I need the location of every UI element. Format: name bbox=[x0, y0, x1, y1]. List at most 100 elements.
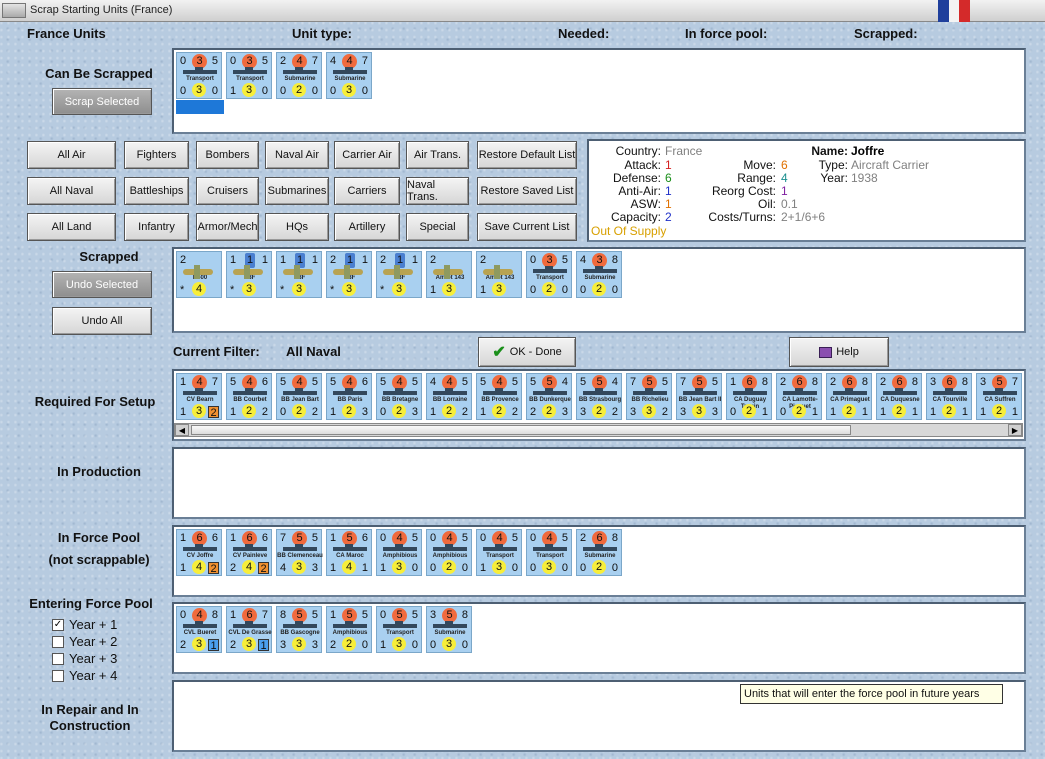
undo-all-button[interactable]: Undo All bbox=[52, 307, 152, 335]
unit-counter[interactable]: 5 5 4 BB Jean Bart 0 2 2 bbox=[276, 373, 322, 420]
unit-counter[interactable]: 5 4 5 BB Dunkerque 2 2 3 bbox=[526, 373, 572, 420]
unit-counter[interactable]: 5 4 5 BB Strasbourg 3 2 2 bbox=[576, 373, 622, 420]
unit-info-panel: Country: France Attack: 1 Defense: 6 Ant… bbox=[587, 139, 1026, 242]
filter-button[interactable]: Carrier Air bbox=[334, 141, 400, 169]
scroll-thumb[interactable] bbox=[191, 425, 851, 435]
in-production-panel[interactable] bbox=[172, 447, 1026, 519]
in-force-pool-panel[interactable]: 1 6 6 CV Joffre 1 4 2 1 6 6 CV Painleve 2 4 2 7 5 5 BB Cl… bbox=[172, 525, 1026, 597]
year-checkbox[interactable] bbox=[52, 653, 64, 665]
unit-counter[interactable]: 0 5 3 Transport 0 3 0 bbox=[176, 52, 222, 99]
counter-tr: 6 bbox=[261, 532, 268, 544]
counter-tr: 5 bbox=[561, 254, 568, 266]
window-menu-icon[interactable] bbox=[2, 3, 26, 18]
filter-button[interactable]: All Naval bbox=[27, 177, 116, 205]
unit-counter[interactable]: 3 8 5 Submarine 0 3 0 bbox=[426, 606, 472, 653]
filter-button[interactable]: Restore Default List bbox=[477, 141, 577, 169]
unit-counter[interactable]: 5 6 4 BB Courbet 1 2 2 bbox=[226, 373, 272, 420]
unit-counter[interactable]: 211F3F*3 bbox=[326, 251, 372, 298]
unit-counter[interactable]: 0 5 4 Transport 0 3 0 bbox=[526, 529, 572, 576]
unit-counter[interactable]: 5 5 4 BB Bretagne 0 2 3 bbox=[376, 373, 422, 420]
filter-button[interactable]: Save Current List bbox=[477, 213, 577, 241]
unit-counter[interactable]: 2 D500 * 4 bbox=[176, 251, 222, 298]
entering-force-pool-panel[interactable]: 0 8 4 CVL Bueret 2 3 1 1 7 6 CVL De Grasse 2 3 1 8 5 5 BB… bbox=[172, 602, 1026, 674]
unit-counter[interactable]: 2 8 6 CA Primaguet 1 2 1 bbox=[826, 373, 872, 420]
filter-button[interactable]: Carriers bbox=[334, 177, 400, 205]
filter-button[interactable]: Special bbox=[406, 213, 469, 241]
unit-counter[interactable]: 7 5 5 BB Clemenceau 4 3 3 bbox=[276, 529, 323, 576]
filter-button[interactable]: Cruisers bbox=[196, 177, 259, 205]
filter-button[interactable]: Submarines bbox=[265, 177, 329, 205]
counter-tr: 5 bbox=[411, 609, 418, 621]
filter-button[interactable]: Air Trans. bbox=[406, 141, 469, 169]
filter-button[interactable]: Bombers bbox=[196, 141, 259, 169]
counter-tl: 1 bbox=[280, 254, 287, 266]
unit-counter[interactable]: 186CA Duguay Trouin021 bbox=[726, 373, 772, 420]
counter-tl: 0 bbox=[380, 609, 387, 621]
unit-counter[interactable]: 0 5 4 Amphibious 1 3 0 bbox=[376, 529, 422, 576]
unit-counter[interactable]: 4 8 3 Submarine 0 2 0 bbox=[576, 251, 622, 298]
unit-counter[interactable]: 111F3F*3 bbox=[226, 251, 272, 298]
unit-counter[interactable]: 1 7 4 CV Bearn 1 3 2 bbox=[176, 373, 222, 420]
filter-button[interactable]: Fighters bbox=[124, 141, 189, 169]
counter-tr: 5 bbox=[711, 376, 718, 388]
year-checkbox[interactable] bbox=[52, 636, 64, 648]
aircraft-icon bbox=[183, 265, 213, 279]
ship-icon bbox=[933, 388, 967, 395]
help-button[interactable]: Help bbox=[789, 337, 889, 367]
unit-counter[interactable]: 4 5 4 BB Lorraine 1 2 2 bbox=[426, 373, 472, 420]
unit-counter[interactable]: 2 7 4 Submarine 0 2 0 bbox=[276, 52, 322, 99]
unit-counter[interactable]: 0 5 4 Amphibious 0 2 0 bbox=[426, 529, 472, 576]
unit-counter[interactable]: 1 6 6 CV Joffre 1 4 2 bbox=[176, 529, 222, 576]
can-be-scrapped-panel[interactable]: 0 5 3 Transport 0 3 0 0 5 3 Transport 1 3 0 2 7 4 Submari… bbox=[172, 48, 1026, 134]
unit-counter[interactable]: 0 8 4 CVL Bueret 2 3 1 bbox=[176, 606, 222, 653]
filter-button[interactable]: All Air bbox=[27, 141, 116, 169]
year-checkbox[interactable] bbox=[52, 670, 64, 682]
unit-counter[interactable]: 8 5 5 BB Gascogne 3 3 3 bbox=[276, 606, 322, 653]
unit-counter[interactable]: 2 8 6 CA Duquesne 1 2 1 bbox=[876, 373, 922, 420]
unit-counter[interactable]: 2 Amiot 143 1 3 bbox=[426, 251, 472, 298]
unit-counter[interactable]: 4 7 4 Submarine 0 3 0 bbox=[326, 52, 372, 99]
filter-button[interactable]: Armor/Mech bbox=[196, 213, 259, 241]
filter-button[interactable]: All Land bbox=[27, 213, 116, 241]
scroll-right-icon[interactable]: ▶ bbox=[1008, 424, 1022, 436]
unit-counter[interactable]: 0 5 3 Transport 0 2 0 bbox=[526, 251, 572, 298]
unit-counter[interactable]: 7 5 5 BB Richelieu 3 3 2 bbox=[626, 373, 672, 420]
unit-counter[interactable]: 0 5 4 Transport 1 3 0 bbox=[476, 529, 522, 576]
unit-counter[interactable]: 1 6 5 CA Maroc 1 4 1 bbox=[326, 529, 372, 576]
year-checkbox[interactable]: ✓ bbox=[52, 619, 64, 631]
country-value: France bbox=[665, 144, 703, 158]
filter-button[interactable]: Battleships bbox=[124, 177, 189, 205]
filter-button[interactable]: Naval Air bbox=[265, 141, 329, 169]
scrapped-panel[interactable]: 2D500*4111F3F*3111F3F*3211F3F*3211F3F*32… bbox=[172, 247, 1026, 333]
undo-selected-button[interactable]: Undo Selected bbox=[52, 271, 152, 298]
unit-counter[interactable]: 211F3F*3 bbox=[376, 251, 422, 298]
counter-tl: 0 bbox=[530, 254, 537, 266]
filter-button[interactable]: Naval Trans. bbox=[406, 177, 469, 205]
ship-icon bbox=[283, 621, 317, 628]
scrap-selected-button[interactable]: Scrap Selected bbox=[52, 88, 152, 115]
unit-counter[interactable]: 111F3F*3 bbox=[276, 251, 322, 298]
unit-counter[interactable]: 1 5 5 Amphibious 2 2 0 bbox=[326, 606, 372, 653]
filter-button[interactable]: Infantry bbox=[124, 213, 189, 241]
unit-counter[interactable]: 286CA Lamotte-Picquet021 bbox=[776, 373, 822, 420]
unit-counter[interactable]: 5 5 4 BB Provence 1 2 2 bbox=[476, 373, 522, 420]
unit-counter[interactable]: 3 8 6 CA Tourville 1 2 1 bbox=[926, 373, 972, 420]
unit-counter[interactable]: 2 Amiot 143 1 3 bbox=[476, 251, 522, 298]
unit-counter[interactable]: 1 6 6 CV Painleve 2 4 2 bbox=[226, 529, 272, 576]
filter-button[interactable]: Artillery bbox=[334, 213, 400, 241]
counter-nm: CVL De Grasse bbox=[228, 630, 272, 636]
unit-counter[interactable]: 3 7 5 CA Suffren 1 2 1 bbox=[976, 373, 1022, 420]
unit-counter[interactable]: 7 5 5 BB Jean Bart II 3 3 3 bbox=[676, 373, 722, 420]
unit-counter[interactable]: 0 5 5 Transport 1 3 0 bbox=[376, 606, 422, 653]
unit-counter[interactable]: 0 5 3 Transport 1 3 0 bbox=[226, 52, 272, 99]
unit-counter[interactable]: 2 8 6 Submarine 0 2 0 bbox=[576, 529, 622, 576]
counter-bl: 2 bbox=[230, 562, 237, 574]
ok-done-button[interactable]: ✔ OK - Done bbox=[478, 337, 576, 367]
unit-counter[interactable]: 1 7 6 CVL De Grasse 2 3 1 bbox=[226, 606, 272, 653]
filter-button[interactable]: Restore Saved List bbox=[477, 177, 577, 205]
required-scrollbar[interactable]: ◀ ▶ bbox=[174, 423, 1023, 437]
scroll-left-icon[interactable]: ◀ bbox=[175, 424, 189, 436]
unit-counter[interactable]: 5 6 4 BB Paris 1 2 3 bbox=[326, 373, 372, 420]
filter-button[interactable]: HQs bbox=[265, 213, 329, 241]
in-force-pool-label: In Force Pool bbox=[57, 530, 141, 545]
